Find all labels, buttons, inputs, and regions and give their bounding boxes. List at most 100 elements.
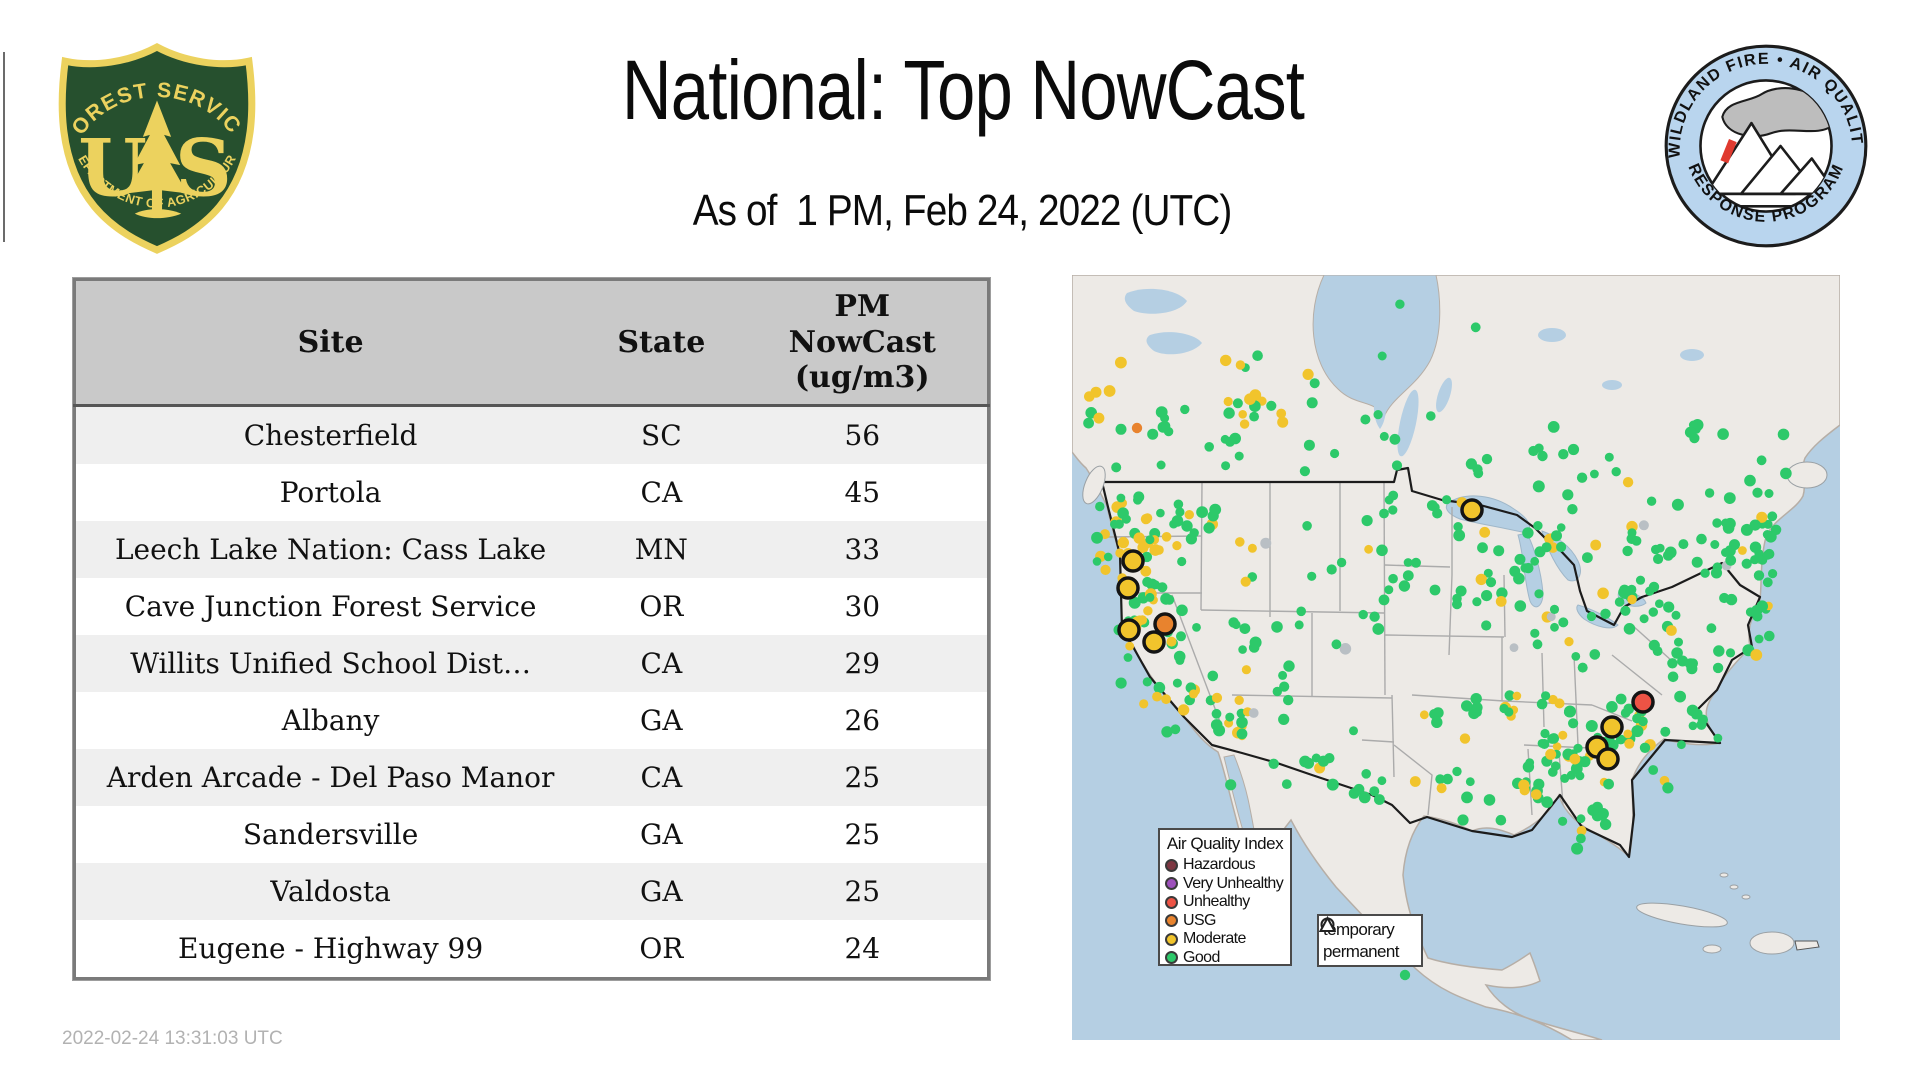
monitor-dot: [1562, 489, 1574, 501]
table-row: Leech Lake Nation: Cass Lake MN 33: [74, 521, 989, 578]
monitor-dot: [1475, 573, 1487, 586]
monitor-dot: [1181, 520, 1193, 532]
monitor-dot: [1373, 410, 1383, 420]
aqi-legend-item: Unhealthy: [1165, 893, 1285, 912]
monitor-dot: [1268, 758, 1279, 769]
monitor-dot: [1499, 703, 1509, 714]
monitor-dot: [1622, 477, 1634, 488]
table-row: Chesterfield SC 56: [74, 405, 989, 464]
monitor-dot: [1142, 576, 1153, 588]
monitor-dot: [1614, 597, 1625, 607]
monitor-dot: [1240, 576, 1251, 587]
cell-value: 56: [844, 419, 881, 452]
cell-site: Eugene - Highway 99: [178, 932, 484, 965]
monitor-dot: [1115, 677, 1127, 689]
us-letter-s: S: [175, 121, 232, 214]
monitor-dot: [1567, 504, 1578, 515]
monitor-dot: [1556, 523, 1566, 532]
column-header-state: State: [585, 279, 738, 407]
monitor-dot: [1234, 451, 1244, 461]
cell-state: CA: [640, 647, 683, 680]
cell-site: Leech Lake Nation: Cass Lake: [114, 533, 547, 566]
monitor-dot: [1111, 462, 1122, 473]
report-page: FOREST SERVICE DEPARTMENT OF AGRICULTURE…: [0, 0, 1920, 1080]
monitor-dot: [1518, 779, 1530, 791]
cell-state: GA: [640, 818, 683, 851]
monitor-dot: [1753, 570, 1765, 581]
monitor-dot: [1225, 712, 1235, 722]
cell-value: 33: [844, 533, 881, 566]
cell-site: Chesterfield: [243, 419, 418, 452]
aqi-legend-label: Hazardous: [1183, 856, 1256, 874]
monitor-dot: [1624, 738, 1635, 749]
monitor-dot: [1131, 422, 1143, 434]
monitor-dot: [1442, 495, 1452, 505]
monitor-dot: [1677, 740, 1686, 750]
monitor-dot: [1558, 617, 1569, 628]
legend-item-temporary: temporary: [1320, 917, 1417, 941]
monitor-dot: [1296, 606, 1306, 617]
monitor-dot: [1713, 645, 1725, 657]
monitor-dot: [1384, 585, 1394, 595]
aqi-color-dot: [1165, 932, 1178, 946]
monitor-dot: [1674, 637, 1683, 647]
monitor-dot: [1485, 577, 1497, 588]
monitor-dot: [1556, 541, 1567, 553]
monitor-dot: [1541, 542, 1552, 553]
monitor-dot: [1372, 623, 1385, 635]
monitor-dot: [1549, 604, 1560, 614]
monitor-dot: [1361, 515, 1373, 527]
aqi-legend-item: Moderate: [1165, 930, 1285, 949]
monitor-dot: [1100, 564, 1111, 575]
monitor-dot: [1762, 550, 1773, 560]
monitor-dot: [1103, 385, 1116, 397]
monitor-dot: [1177, 556, 1187, 567]
monitor-dot: [1653, 553, 1664, 565]
cell-state: GA: [640, 704, 683, 737]
monitor-dot: [1378, 594, 1390, 606]
monitor-dot: [1587, 804, 1599, 816]
monitor-dot: [1388, 573, 1398, 584]
monitor-dot: [1377, 776, 1387, 786]
monitor-dot: [1277, 416, 1289, 428]
us-letter-u: U: [78, 121, 147, 214]
monitor-dot: [1139, 699, 1149, 709]
monitor-dot: [1551, 530, 1562, 542]
monitor-dot: [1569, 753, 1581, 765]
table-row: Willits Unified School Dist… CA 29: [74, 635, 989, 692]
aqi-color-dot: [1165, 951, 1178, 965]
cell-value: 29: [844, 647, 881, 680]
aqi-color-dot: [1165, 877, 1178, 891]
monitor-dot: [1495, 814, 1507, 826]
monitor-dot: [1597, 587, 1609, 600]
monitor-dot: [1173, 499, 1184, 510]
monitor-dot: [1360, 414, 1371, 425]
monitor-dot: [1160, 413, 1170, 423]
monitor-dot: [1211, 692, 1223, 703]
monitor-dot: [1603, 778, 1614, 790]
monitor-dot: [1666, 625, 1677, 636]
monitor-dot: [1247, 543, 1257, 553]
monitor-dot: [1671, 610, 1681, 620]
cell-state: SC: [641, 419, 682, 452]
page-subtitle: As of 1 PM, Feb 24, 2022 (UTC): [693, 186, 1233, 235]
cell-site: Portola: [279, 476, 382, 509]
monitor-dot: [1177, 704, 1190, 716]
monitor-dot: [1461, 700, 1473, 712]
monitor-dot: [1560, 773, 1570, 783]
monitor-dot: [1541, 691, 1551, 701]
cell-state: OR: [639, 590, 684, 623]
monitor-dot: [1539, 739, 1550, 749]
top-site-marker: [1460, 498, 1484, 522]
cell-site: Cave Junction Forest Service: [124, 590, 537, 623]
monitor-dot: [1209, 503, 1222, 516]
table-row: Sandersville GA 25: [74, 806, 989, 863]
monitor-dot: [1541, 796, 1553, 808]
monitor-dot: [1585, 720, 1598, 732]
monitor-dot: [1749, 519, 1761, 531]
monitor-dot: [1631, 725, 1644, 738]
monitor-dot: [1576, 833, 1586, 844]
monitor-dot: [1646, 496, 1657, 506]
monitor-dot: [1317, 755, 1330, 767]
monitor-dot: [1622, 545, 1633, 557]
